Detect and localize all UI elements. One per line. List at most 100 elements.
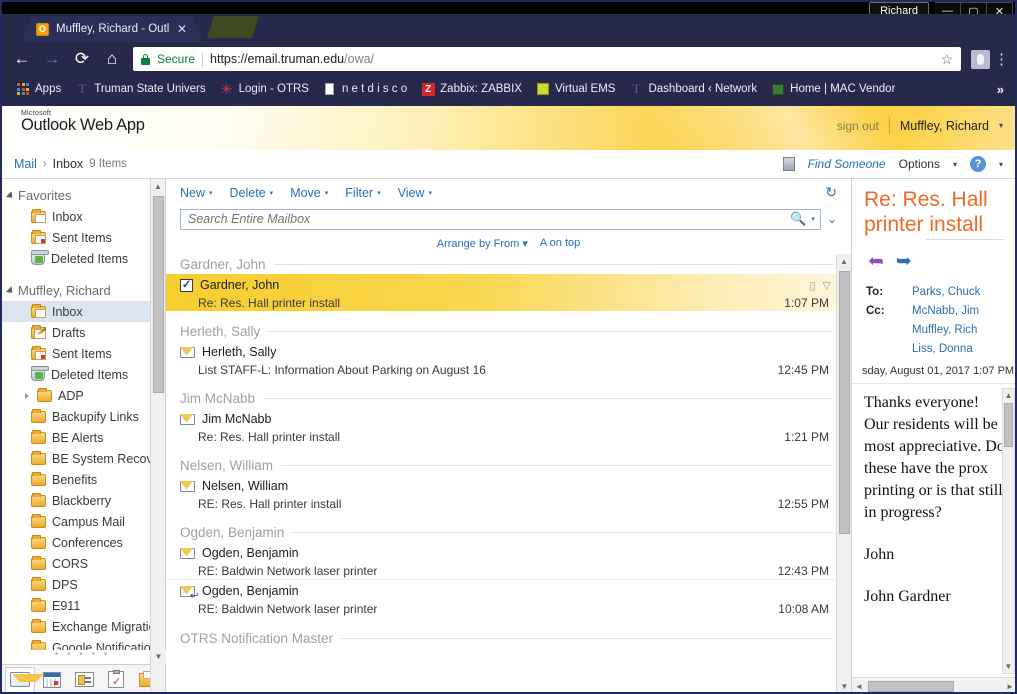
sort-order-button[interactable]: A on top bbox=[540, 237, 580, 249]
arrange-by-button[interactable]: Arrange by From ▾ bbox=[437, 237, 528, 250]
sidebar-item-favorites-sent-items[interactable]: Sent Items bbox=[0, 227, 165, 248]
bookmark-zabbix[interactable]: Z Zabbix: ZABBIX bbox=[414, 79, 529, 99]
navigation-scrollbar[interactable]: ▲ ▼ bbox=[150, 179, 166, 694]
sidebar-item-sent-items[interactable]: Sent Items bbox=[0, 343, 165, 364]
group-header[interactable]: Gardner, John bbox=[166, 254, 851, 274]
mail-module-button[interactable] bbox=[5, 666, 44, 693]
scroll-up-icon[interactable]: ▲ bbox=[837, 254, 851, 269]
options-menu[interactable]: Options bbox=[899, 157, 940, 171]
contacts-module-button[interactable] bbox=[69, 667, 99, 693]
search-field[interactable] bbox=[188, 212, 791, 226]
expand-search-icon[interactable]: ⌄ bbox=[827, 212, 837, 226]
scroll-thumb[interactable] bbox=[1004, 403, 1013, 447]
sidebar-item-conferences[interactable]: Conferences bbox=[0, 532, 165, 553]
flag-icon[interactable]: ▽ bbox=[823, 279, 831, 292]
scroll-up-icon[interactable]: ▲ bbox=[151, 179, 165, 194]
help-icon[interactable]: ? bbox=[969, 156, 986, 172]
move-button[interactable]: Move ▾ bbox=[290, 186, 336, 200]
bookmark-apps[interactable]: Apps bbox=[9, 79, 68, 99]
forward-icon[interactable]: → bbox=[39, 46, 65, 72]
sidebar-item-dps[interactable]: DPS bbox=[0, 574, 165, 595]
nav-group-mailbox[interactable]: Muffley, Richard bbox=[0, 280, 165, 301]
chevron-down-icon[interactable]: ▾ bbox=[953, 160, 957, 169]
recipient[interactable]: Muffley, Rich bbox=[912, 321, 979, 340]
search-input[interactable]: 🔍 ▾ bbox=[180, 208, 821, 230]
scroll-left-icon[interactable]: ◄ bbox=[852, 682, 866, 691]
browser-tab[interactable]: O Muffley, Richard - Outloo ✕ bbox=[22, 16, 202, 42]
address-bar[interactable]: Secure https://email.truman.edu/owa/ ☆ bbox=[133, 47, 961, 71]
table-row[interactable]: Herleth, Sally List STAFF-L: Information… bbox=[166, 341, 851, 378]
sidebar-item-benefits[interactable]: Benefits bbox=[0, 469, 165, 490]
scroll-down-icon[interactable]: ▼ bbox=[837, 679, 851, 694]
reload-icon[interactable]: ⟳ bbox=[69, 46, 95, 72]
scroll-down-icon[interactable]: ▼ bbox=[151, 649, 166, 664]
sidebar-item-deleted-items[interactable]: Deleted Items bbox=[0, 364, 165, 385]
bookmark-star-icon[interactable]: ☆ bbox=[940, 51, 953, 68]
forward-icon[interactable]: ➥ bbox=[896, 250, 912, 273]
group-header[interactable]: Jim McNabb bbox=[166, 388, 851, 408]
sign-out-link[interactable]: sign out bbox=[837, 119, 879, 133]
chevron-down-icon[interactable]: ▾ bbox=[811, 215, 815, 223]
sidebar-item-exchange-migration[interactable]: Exchange Migration bbox=[0, 616, 165, 637]
scroll-down-icon[interactable]: ▼ bbox=[1003, 660, 1014, 673]
pane-resize-handle[interactable]: • • • • • bbox=[0, 650, 165, 664]
tasks-module-button[interactable]: ✓ bbox=[101, 667, 131, 693]
view-button[interactable]: View ▾ bbox=[398, 186, 440, 200]
bookmark-home-mac-vendor[interactable]: Home | MAC Vendor bbox=[764, 79, 902, 99]
table-row[interactable]: ✓ Gardner, John ▯ ▽ Re: Res. Hall printe… bbox=[166, 274, 851, 311]
recipient[interactable]: McNabb, Jim bbox=[912, 302, 979, 321]
scroll-up-icon[interactable]: ▲ bbox=[1003, 389, 1014, 402]
sidebar-item-blackberry[interactable]: Blackberry bbox=[0, 490, 165, 511]
sidebar-item-favorites-deleted-items[interactable]: Deleted Items bbox=[0, 248, 165, 269]
table-row[interactable]: Ogden, Benjamin RE: Baldwin Network lase… bbox=[166, 542, 851, 579]
scroll-thumb[interactable] bbox=[153, 196, 164, 393]
bookmark-truman-state-univers[interactable]: T Truman State Univers bbox=[68, 79, 212, 99]
sidebar-item-favorites-inbox[interactable]: Inbox bbox=[0, 206, 165, 227]
chevron-down-icon[interactable]: ▾ bbox=[999, 121, 1003, 130]
close-icon[interactable]: ✕ bbox=[177, 22, 187, 36]
group-header[interactable]: Ogden, Benjamin bbox=[166, 522, 851, 542]
expand-icon[interactable] bbox=[22, 392, 31, 399]
chevron-down-icon[interactable] bbox=[5, 190, 16, 201]
find-someone-link[interactable]: Find Someone bbox=[808, 157, 886, 171]
chevron-down-icon[interactable]: ▾ bbox=[999, 160, 1003, 169]
sidebar-item-campus-mail[interactable]: Campus Mail bbox=[0, 511, 165, 532]
delete-button[interactable]: Delete ▾ bbox=[230, 186, 282, 200]
search-icon[interactable]: 🔍 bbox=[790, 211, 806, 227]
scroll-right-icon[interactable]: ► bbox=[1003, 682, 1017, 691]
sidebar-item-backupify-links[interactable]: Backupify Links bbox=[0, 406, 165, 427]
extension-icon[interactable] bbox=[971, 49, 990, 69]
bookmarks-overflow-icon[interactable]: » bbox=[997, 82, 1008, 97]
scroll-thumb[interactable] bbox=[839, 271, 850, 534]
bookmark-virtual-ems[interactable]: Virtual EMS bbox=[529, 79, 623, 99]
sidebar-item-adp[interactable]: ADP bbox=[0, 385, 165, 406]
bookmark-netdisco[interactable]: n e t d i s c o bbox=[316, 79, 414, 99]
recipient[interactable]: Parks, Chuck bbox=[912, 283, 980, 302]
message-list-scrollbar[interactable]: ▲ ▼ bbox=[836, 254, 851, 694]
refresh-icon[interactable]: ↻ bbox=[825, 184, 837, 201]
attachment-icon[interactable]: ▯ bbox=[809, 279, 815, 292]
table-row[interactable]: Jim McNabb Re: Res. Hall printer install… bbox=[166, 408, 851, 445]
bookmark-dashboard-network[interactable]: T Dashboard ‹ Network bbox=[622, 79, 764, 99]
table-row[interactable]: ↩ Ogden, Benjamin RE: Baldwin Network la… bbox=[166, 579, 851, 616]
table-row[interactable]: Nelsen, William RE: Res. Hall printer in… bbox=[166, 475, 851, 512]
new-tab-button[interactable] bbox=[207, 16, 259, 38]
new-button[interactable]: New ▾ bbox=[180, 186, 221, 200]
chrome-menu-icon[interactable]: ⋮ bbox=[994, 50, 1009, 68]
filter-button[interactable]: Filter ▾ bbox=[345, 186, 388, 200]
group-header[interactable]: Nelsen, William bbox=[166, 455, 851, 475]
reading-horizontal-scrollbar[interactable]: ◄ ► bbox=[852, 677, 1017, 694]
reading-vertical-scrollbar[interactable]: ▲ ▼ bbox=[1002, 388, 1015, 674]
sidebar-item-be-alerts[interactable]: BE Alerts bbox=[0, 427, 165, 448]
nav-group-favorites[interactable]: Favorites bbox=[0, 185, 165, 206]
sidebar-item-be-system-recovery[interactable]: BE System Recovery bbox=[0, 448, 165, 469]
sidebar-item-inbox[interactable]: Inbox bbox=[0, 301, 165, 322]
home-icon[interactable]: ⌂ bbox=[99, 46, 125, 72]
sidebar-item-drafts[interactable]: Drafts bbox=[0, 322, 165, 343]
sidebar-item-cors[interactable]: CORS bbox=[0, 553, 165, 574]
user-name-label[interactable]: Muffley, Richard bbox=[900, 119, 989, 133]
group-header[interactable]: Herleth, Sally bbox=[166, 321, 851, 341]
checkbox-checked[interactable]: ✓ bbox=[180, 278, 193, 292]
sidebar-item-e911[interactable]: E911 bbox=[0, 595, 165, 616]
group-header[interactable]: OTRS Notification Master bbox=[166, 628, 851, 648]
